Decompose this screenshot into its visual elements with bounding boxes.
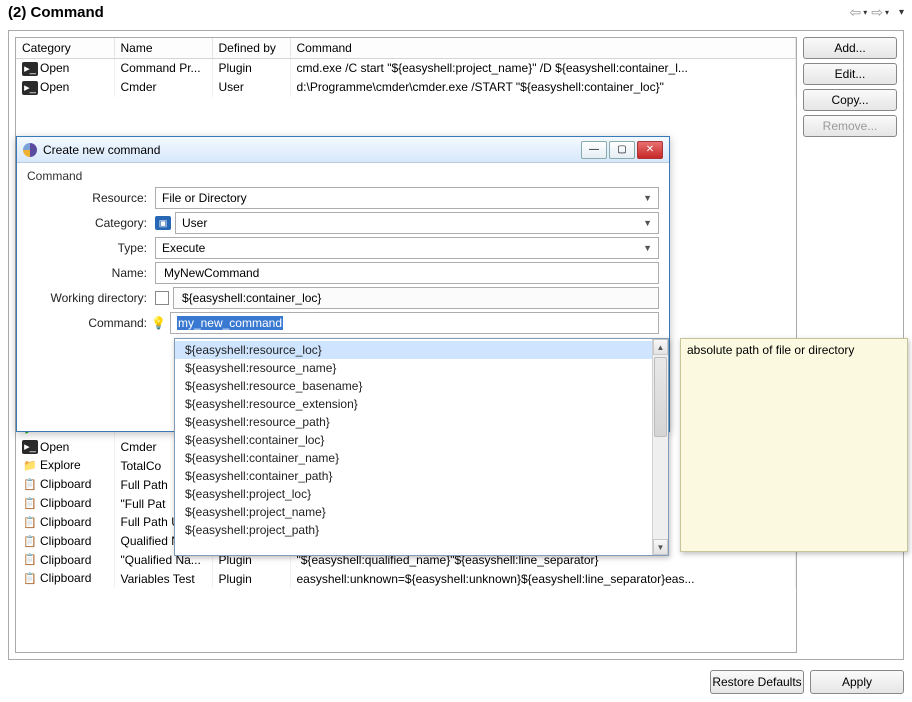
label-type: Type: [27, 241, 155, 255]
autocomplete-item[interactable]: ${easyshell:container_path} [175, 467, 652, 485]
autocomplete-tooltip: absolute path of file or directory [680, 338, 908, 552]
header-nav: ⇦▾ ⇨▾ ▾ [849, 4, 904, 21]
autocomplete-item[interactable]: ${easyshell:container_loc} [175, 431, 652, 449]
open-icon: ▸_ [22, 81, 38, 95]
clip-icon: 📋 [22, 478, 38, 492]
type-combo[interactable]: Execute [155, 237, 659, 259]
back-menu-icon[interactable]: ▾ [863, 8, 867, 17]
name-field[interactable] [155, 262, 659, 284]
back-icon[interactable]: ⇦ [849, 4, 861, 21]
clip-icon: 📋 [22, 497, 38, 511]
autocomplete-item[interactable]: ${easyshell:container_name} [175, 449, 652, 467]
folder-icon: 📁 [22, 459, 38, 473]
open-icon: ▸_ [22, 62, 38, 76]
autocomplete-item[interactable]: ${easyshell:resource_name} [175, 359, 652, 377]
eclipse-icon [23, 143, 37, 157]
col-name[interactable]: Name [114, 38, 212, 59]
page-title: (2) Command [8, 4, 104, 21]
clip-icon: 📋 [22, 516, 38, 530]
resource-combo[interactable]: File or Directory [155, 187, 659, 209]
copy-button[interactable]: Copy... [803, 89, 897, 111]
view-menu-icon[interactable]: ▾ [899, 7, 904, 18]
scroll-down-icon[interactable]: ▼ [653, 539, 668, 555]
label-resource: Resource: [27, 191, 155, 205]
autocomplete-item[interactable]: ${easyshell:resource_basename} [175, 377, 652, 395]
forward-menu-icon[interactable]: ▾ [885, 8, 889, 17]
bottom-buttons: Restore Defaults Apply [710, 670, 904, 694]
edit-button[interactable]: Edit... [803, 63, 897, 85]
category-icon: ▣ [155, 216, 171, 230]
clip-icon: 📋 [22, 572, 38, 586]
label-name: Name: [27, 266, 155, 280]
table-header-row: Category Name Defined by Command [16, 38, 796, 59]
close-button[interactable]: ✕ [637, 141, 663, 159]
command-table: Category Name Defined by Command ▸_Open … [16, 38, 796, 97]
autocomplete-list[interactable]: ${easyshell:resource_loc}${easyshell:res… [175, 339, 652, 555]
workdir-field[interactable] [173, 287, 659, 309]
autocomplete-item[interactable]: ${easyshell:resource_extension} [175, 395, 652, 413]
autocomplete-item[interactable]: ${easyshell:project_loc} [175, 485, 652, 503]
forward-icon[interactable]: ⇨ [871, 4, 883, 21]
table-row[interactable]: ▸_Open Command Pr... Plugin cmd.exe /C s… [16, 59, 796, 78]
add-button[interactable]: Add... [803, 37, 897, 59]
autocomplete-scrollbar[interactable]: ▲ ▼ [652, 339, 668, 555]
open-icon: ▸_ [22, 440, 38, 454]
label-category: Category: [27, 216, 155, 230]
header: (2) Command ⇦▾ ⇨▾ ▾ [0, 0, 912, 25]
label-command: Command: [27, 316, 155, 330]
label-workdir: Working directory: [27, 291, 155, 305]
command-field[interactable]: my_new_command [170, 312, 659, 334]
command-value: my_new_command [177, 316, 283, 330]
col-category[interactable]: Category [16, 38, 114, 59]
autocomplete-item[interactable]: ${easyshell:resource_loc} [175, 341, 652, 359]
group-command-label: Command [27, 169, 659, 183]
table-row[interactable]: ▸_Open Cmder User d:\Programme\cmder\cmd… [16, 78, 796, 97]
autocomplete-item[interactable]: ${easyshell:project_path} [175, 521, 652, 539]
autocomplete-popup: ${easyshell:resource_loc}${easyshell:res… [174, 338, 669, 556]
dialog-title: Create new command [43, 143, 160, 157]
restore-defaults-button[interactable]: Restore Defaults [710, 670, 804, 694]
table-row[interactable]: 📋Clipboard Variables Test Plugin easyshe… [16, 569, 796, 588]
col-command[interactable]: Command [290, 38, 796, 59]
maximize-button[interactable]: ▢ [609, 141, 635, 159]
apply-button[interactable]: Apply [810, 670, 904, 694]
clip-icon: 📋 [22, 535, 38, 549]
category-combo[interactable]: User [175, 212, 659, 234]
minimize-button[interactable]: — [581, 141, 607, 159]
scroll-thumb[interactable] [654, 357, 667, 437]
dialog-titlebar[interactable]: Create new command — ▢ ✕ [17, 137, 669, 163]
clip-icon: 📋 [22, 553, 38, 567]
workdir-checkbox[interactable] [155, 291, 169, 305]
side-buttons: Add... Edit... Copy... Remove... [803, 37, 897, 137]
col-defined[interactable]: Defined by [212, 38, 290, 59]
scroll-up-icon[interactable]: ▲ [653, 339, 668, 355]
remove-button: Remove... [803, 115, 897, 137]
autocomplete-item[interactable]: ${easyshell:resource_path} [175, 413, 652, 431]
autocomplete-item[interactable]: ${easyshell:project_name} [175, 503, 652, 521]
bulb-icon: 💡 [151, 316, 166, 330]
